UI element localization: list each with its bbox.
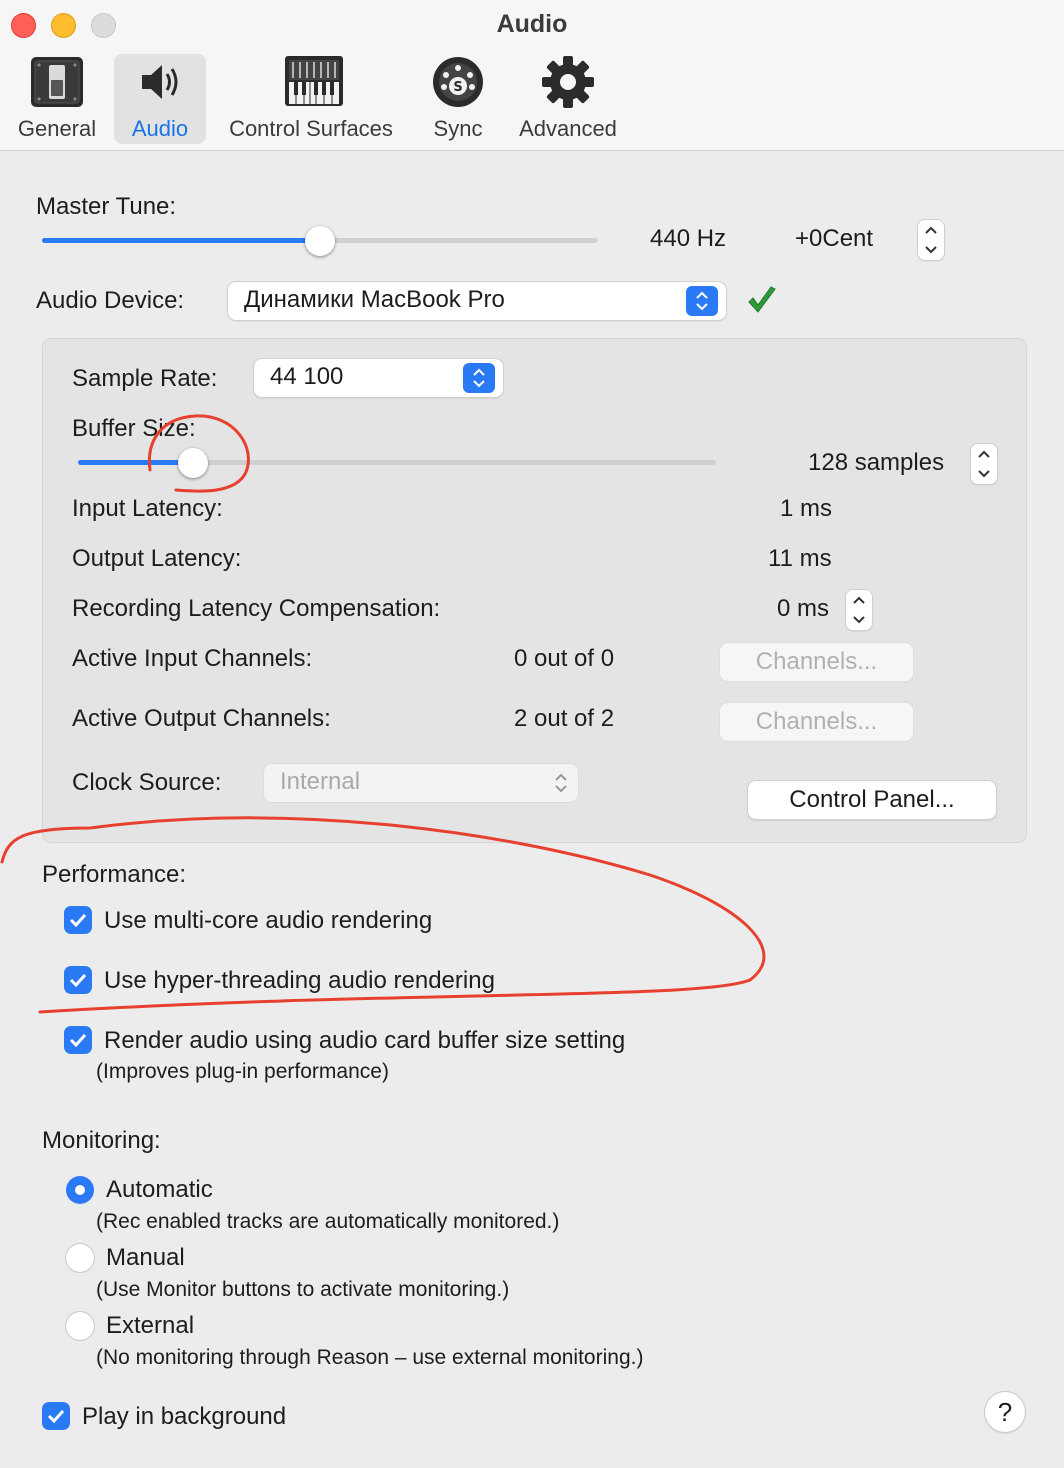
checkmark-icon [69, 1033, 87, 1047]
performance-heading: Performance: [42, 861, 187, 888]
buffer-size-slider-fill [78, 460, 193, 465]
buffer-size-slider-knob[interactable] [177, 448, 208, 478]
buffer-size-stepper[interactable] [971, 444, 997, 484]
input-latency-label: Input Latency: [72, 495, 223, 522]
stepper-up-icon[interactable] [918, 220, 944, 240]
popup-arrows-icon [463, 363, 495, 393]
audio-device-popup[interactable]: Динамики MacBook Pro [228, 282, 726, 320]
window-title: Audio [496, 10, 568, 38]
monitoring-manual-radio[interactable] [66, 1244, 94, 1272]
buffer-size-label: Buffer Size: [72, 415, 196, 442]
render-buffer-checkbox[interactable] [64, 1026, 92, 1054]
monitoring-external-radio[interactable] [66, 1312, 94, 1340]
sample-rate-value: 44 100 [270, 363, 344, 390]
hyperthreading-checkbox[interactable] [64, 966, 92, 994]
stepper-down-icon[interactable] [846, 610, 872, 630]
render-buffer-label: Render audio using audio card buffer siz… [104, 1027, 626, 1054]
master-tune-stepper[interactable] [918, 220, 944, 260]
tab-label: Audio [131, 116, 189, 141]
recording-latency-compensation-label: Recording Latency Compensation: [72, 595, 441, 622]
window-toolbar: Audio General Audio Control Surfaces S S… [0, 0, 1064, 151]
monitoring-automatic-label: Automatic [106, 1176, 213, 1203]
audio-device-label: Audio Device: [36, 287, 185, 314]
tab-control-surfaces[interactable]: Control Surfaces [218, 54, 404, 144]
gear-icon [540, 54, 596, 110]
play-in-background-label: Play in background [82, 1403, 287, 1430]
tab-advanced[interactable]: Advanced [510, 54, 626, 144]
clock-source-value: Internal [280, 768, 361, 795]
clock-source-popup[interactable]: Internal [264, 764, 578, 802]
hyperthreading-label: Use hyper-threading audio rendering [104, 967, 495, 994]
tab-audio[interactable]: Audio [114, 54, 206, 144]
active-output-channels-value: 2 out of 2 [514, 705, 615, 732]
multicore-label: Use multi-core audio rendering [104, 907, 433, 934]
stepper-down-icon[interactable] [918, 240, 944, 260]
output-channels-button[interactable]: Channels... [720, 703, 913, 741]
recording-latency-compensation-value: 0 ms [777, 595, 830, 622]
stepper-up-icon[interactable] [846, 590, 872, 610]
sample-rate-popup[interactable]: 44 100 [254, 359, 503, 397]
tab-label: Control Surfaces [229, 116, 393, 141]
tab-label: Advanced [519, 116, 617, 141]
tab-label: General [17, 116, 97, 141]
multicore-checkbox[interactable] [64, 906, 92, 934]
monitoring-manual-label: Manual [106, 1244, 185, 1271]
general-switch-icon [29, 54, 85, 110]
checkmark-icon [47, 1409, 65, 1423]
master-tune-label: Master Tune: [36, 193, 177, 220]
svg-text:S: S [453, 80, 462, 95]
clock-source-label: Clock Source: [72, 769, 222, 796]
output-latency-label: Output Latency: [72, 545, 242, 572]
buffer-size-value: 128 samples [808, 449, 945, 476]
monitoring-automatic-radio[interactable] [66, 1176, 94, 1204]
active-input-channels-value: 0 out of 0 [514, 645, 615, 672]
speaker-icon [132, 54, 188, 110]
control-panel-button[interactable]: Control Panel... [748, 781, 996, 819]
sample-rate-label: Sample Rate: [72, 365, 218, 392]
render-buffer-note: (Improves plug-in performance) [96, 1060, 389, 1083]
monitoring-automatic-note: (Rec enabled tracks are automatically mo… [96, 1210, 560, 1233]
monitoring-external-note: (No monitoring through Reason – use exte… [96, 1346, 644, 1369]
monitoring-external-label: External [106, 1312, 195, 1339]
stepper-down-icon[interactable] [971, 464, 997, 484]
checkmark-icon [69, 913, 87, 927]
play-in-background-checkbox[interactable] [42, 1402, 70, 1430]
piano-mixer-icon [283, 54, 343, 110]
recording-latency-stepper[interactable] [846, 590, 872, 630]
tab-general[interactable]: General [8, 54, 106, 144]
active-output-channels-label: Active Output Channels: [72, 705, 331, 732]
tab-sync[interactable]: S Sync [420, 54, 496, 144]
chevron-updown-icon [554, 772, 568, 794]
audio-device-value: Динамики MacBook Pro [244, 286, 505, 313]
input-channels-button[interactable]: Channels... [720, 643, 913, 681]
master-tune-slider-knob[interactable] [305, 226, 335, 256]
master-tune-hz-value: 440 Hz [650, 225, 727, 252]
master-tune-slider-fill [42, 238, 320, 243]
midi-sync-icon: S [430, 54, 486, 110]
stepper-up-icon[interactable] [971, 444, 997, 464]
buffer-size-slider[interactable] [78, 460, 716, 465]
tab-label: Sync [433, 116, 483, 141]
output-latency-value: 11 ms [768, 545, 832, 572]
active-input-channels-label: Active Input Channels: [72, 645, 313, 672]
checkmark-icon [69, 973, 87, 987]
help-button[interactable]: ? [985, 1392, 1025, 1432]
monitoring-manual-note: (Use Monitor buttons to activate monitor… [96, 1278, 510, 1301]
monitoring-heading: Monitoring: [42, 1127, 161, 1154]
input-latency-value: 1 ms [780, 495, 833, 522]
popup-arrows-icon [686, 286, 718, 316]
master-tune-cent-value: +0Cent [795, 225, 874, 252]
green-checkmark-icon [745, 284, 779, 318]
